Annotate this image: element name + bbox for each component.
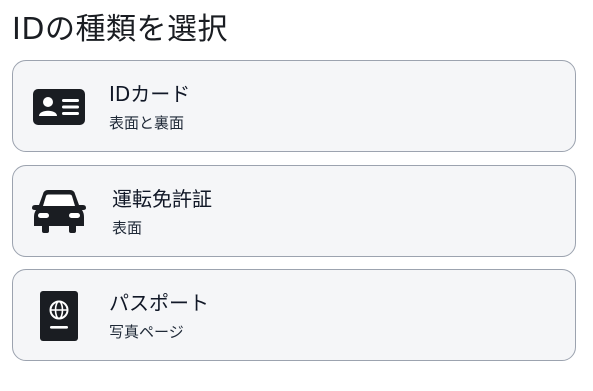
drivers-license-option[interactable]: 運転免許証 表面 <box>12 165 576 257</box>
option-sublabel: 表面 <box>112 219 143 237</box>
option-label: IDカード <box>109 82 191 106</box>
car-icon <box>31 188 87 234</box>
page-title: IDの種類を選択 <box>12 12 228 47</box>
option-sublabel: 表面と裏面 <box>109 114 185 132</box>
option-label: 運転免許証 <box>112 187 212 211</box>
passport-icon <box>39 290 79 342</box>
id-card-option[interactable]: IDカード 表面と裏面 <box>12 60 576 152</box>
option-sublabel: 写真ページ <box>109 323 184 341</box>
id-card-icon <box>33 89 85 125</box>
option-label: パスポート <box>109 291 209 315</box>
passport-option[interactable]: パスポート 写真ページ <box>12 269 576 361</box>
